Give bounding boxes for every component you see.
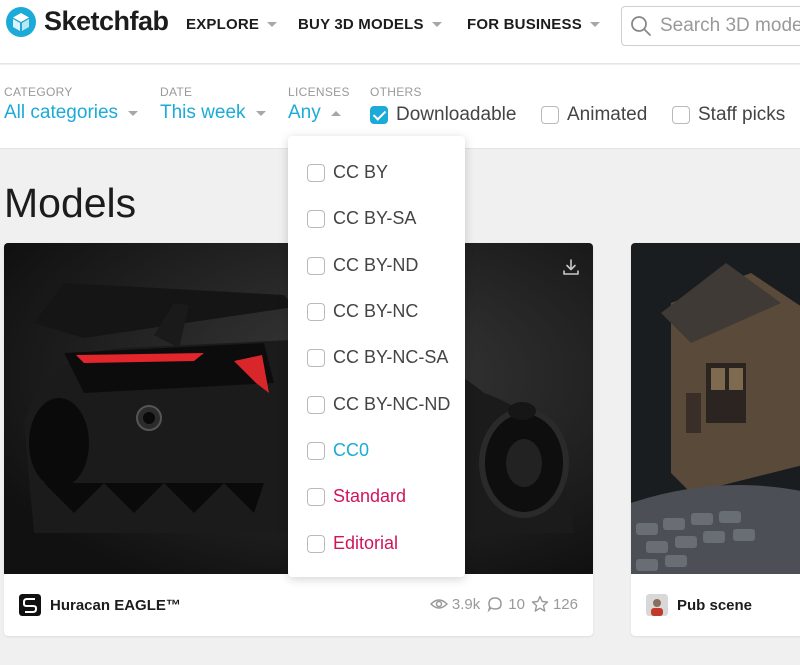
checkbox-checked-icon[interactable] xyxy=(370,106,388,124)
model-card-footer: Huracan EAGLE™ 3.9k 10 126 xyxy=(4,574,593,636)
license-option-label: Editorial xyxy=(333,533,399,553)
checkbox-animated-label: Animated xyxy=(567,104,648,125)
chevron-up-icon xyxy=(330,110,341,116)
checkbox-icon[interactable] xyxy=(307,163,325,182)
checkbox-icon[interactable] xyxy=(307,534,325,553)
search-box[interactable] xyxy=(621,6,800,46)
license-option-label: CC BY-SA xyxy=(333,208,417,228)
checkbox-icon[interactable] xyxy=(307,441,325,460)
page-title: Models xyxy=(4,180,137,226)
model-title[interactable]: Pub scene xyxy=(677,597,752,614)
license-option-standard[interactable]: Standard xyxy=(307,486,406,507)
likes-stat: 126 xyxy=(531,595,578,613)
license-option-cc-by-sa[interactable]: CC BY-SA xyxy=(307,208,416,229)
license-option-cc-by-nc-sa[interactable]: CC BY-NC-SA xyxy=(307,347,448,368)
license-option-cc-by-nc-nd[interactable]: CC BY-NC-ND xyxy=(307,394,450,415)
chevron-down-icon xyxy=(431,22,442,27)
search-input[interactable] xyxy=(660,15,800,37)
comments-stat: 10 xyxy=(486,595,525,613)
filter-category-value: All categories xyxy=(4,102,119,123)
nav-buy-label: BUY 3D MODELS xyxy=(298,16,424,33)
model-thumbnail[interactable] xyxy=(631,243,800,574)
license-option-cc0[interactable]: CC0 xyxy=(307,440,369,461)
filter-date-value: This week xyxy=(160,102,246,123)
checkbox-downloadable-label: Downloadable xyxy=(396,104,517,125)
logo[interactable]: Sketchfab xyxy=(6,6,169,37)
comments-count: 10 xyxy=(508,595,525,613)
filter-licenses-label: LICENSES xyxy=(288,85,350,99)
checkbox-icon[interactable] xyxy=(307,302,325,321)
logo-text: Sketchfab xyxy=(44,6,169,36)
chevron-down-icon xyxy=(267,22,278,27)
license-option-cc-by-nc[interactable]: CC BY-NC xyxy=(307,301,418,322)
search-icon xyxy=(631,16,651,36)
model-title[interactable]: Huracan EAGLE™ xyxy=(50,597,181,614)
chevron-down-icon xyxy=(589,22,600,27)
license-option-cc-by-nd[interactable]: CC BY-ND xyxy=(307,255,418,276)
nav-explore[interactable]: EXPLORE xyxy=(186,16,278,33)
license-option-label: CC BY xyxy=(333,162,389,182)
views-count: 3.9k xyxy=(451,595,481,613)
nav-buy-3d-models[interactable]: BUY 3D MODELS xyxy=(298,16,442,33)
nav-explore-label: EXPLORE xyxy=(186,16,260,33)
checkbox-icon[interactable] xyxy=(307,256,325,275)
checkbox-staff-picks[interactable]: Staff picks xyxy=(672,104,785,126)
checkbox-icon[interactable] xyxy=(672,106,690,124)
checkbox-downloadable[interactable]: Downloadable xyxy=(370,104,516,126)
comment-icon xyxy=(487,597,503,613)
filter-category[interactable]: CATEGORY All categories xyxy=(4,85,139,124)
filter-date[interactable]: DATE This week xyxy=(160,85,266,124)
model-card[interactable]: Pub scene xyxy=(631,243,800,636)
licenses-dropdown: CC BY CC BY-SA CC BY-ND CC BY-NC CC BY-N… xyxy=(288,136,465,577)
download-icon[interactable] xyxy=(561,257,581,277)
checkbox-staff-picks-label: Staff picks xyxy=(698,104,786,125)
checkbox-icon[interactable] xyxy=(307,395,325,414)
filter-licenses-value: Any xyxy=(288,102,321,123)
license-option-label: CC0 xyxy=(333,440,370,460)
license-option-label: CC BY-NC xyxy=(333,301,419,321)
views-stat: 3.9k xyxy=(429,595,481,613)
chevron-down-icon xyxy=(255,110,266,116)
filter-date-label: DATE xyxy=(160,85,193,99)
license-option-cc-by[interactable]: CC BY xyxy=(307,162,388,183)
sketchfab-logo-icon xyxy=(6,6,36,37)
license-option-label: Standard xyxy=(333,486,407,506)
filter-others: OTHERS xyxy=(370,85,422,99)
likes-count: 126 xyxy=(552,595,578,613)
eye-icon xyxy=(429,599,448,609)
chevron-down-icon xyxy=(128,110,139,116)
top-navigation: Sketchfab EXPLORE BUY 3D MODELS FOR BUSI… xyxy=(0,0,800,64)
author-avatar[interactable] xyxy=(19,594,41,616)
filter-others-label: OTHERS xyxy=(370,85,422,99)
license-option-label: CC BY-ND xyxy=(333,255,419,275)
star-icon xyxy=(531,595,549,612)
license-option-editorial[interactable]: Editorial xyxy=(307,533,398,554)
model-stats: 3.9k 10 126 xyxy=(429,595,578,613)
nav-business-label: FOR BUSINESS xyxy=(467,16,582,33)
nav-for-business[interactable]: FOR BUSINESS xyxy=(467,16,600,33)
license-option-label: CC BY-NC-SA xyxy=(333,347,449,367)
model-card-footer: Pub scene xyxy=(631,574,800,636)
checkbox-icon[interactable] xyxy=(307,487,325,506)
filter-category-label: CATEGORY xyxy=(4,85,73,99)
checkbox-icon[interactable] xyxy=(307,209,325,228)
checkbox-animated[interactable]: Animated xyxy=(541,104,647,126)
checkbox-icon[interactable] xyxy=(307,348,325,367)
filter-licenses[interactable]: LICENSES Any xyxy=(288,85,350,124)
license-option-label: CC BY-NC-ND xyxy=(333,394,451,414)
checkbox-icon[interactable] xyxy=(541,106,559,124)
author-avatar[interactable] xyxy=(646,594,668,616)
